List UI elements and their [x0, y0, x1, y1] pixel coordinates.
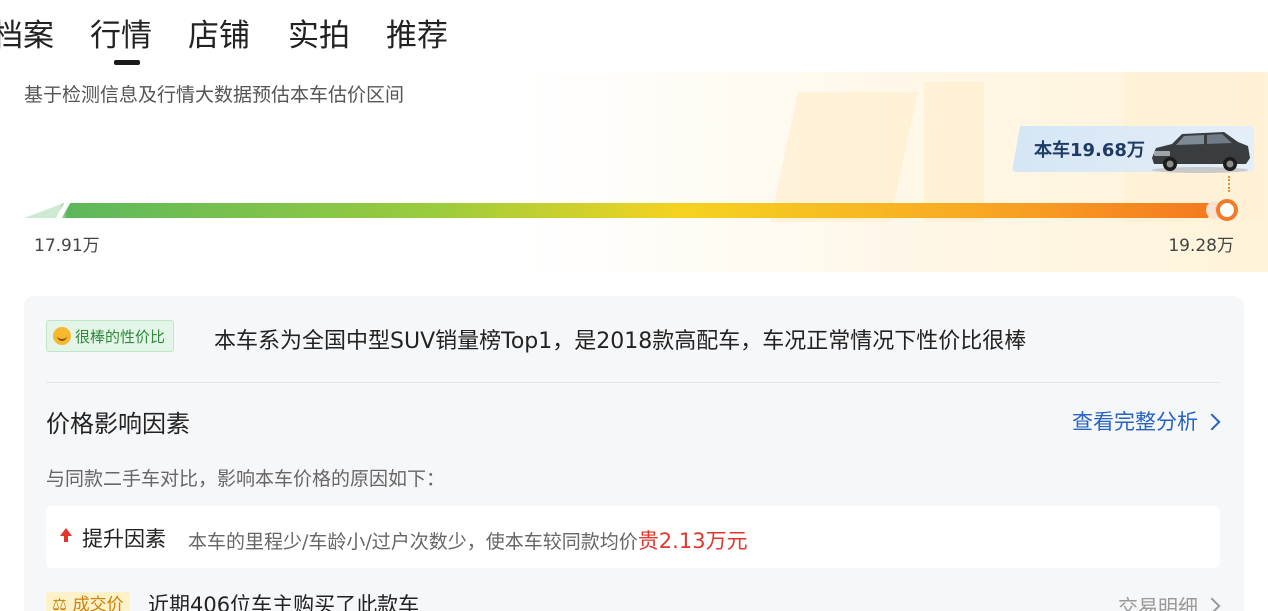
- range-max-label: 19.28万: [1168, 236, 1234, 256]
- chevron-right-icon: [1203, 413, 1221, 430]
- smile-icon: [53, 327, 71, 345]
- deal-badge-icon: ⚖: [52, 595, 68, 611]
- tab-photos[interactable]: 实拍: [288, 14, 350, 58]
- active-tab-indicator: [114, 60, 140, 65]
- deal-price-badge: ⚖ 成交价: [46, 592, 130, 611]
- value-verdict-badge: 很棒的性价比: [46, 320, 175, 352]
- price-factors-title: 价格影响因素: [46, 410, 190, 438]
- current-price-marker: [1216, 199, 1238, 221]
- tab-market[interactable]: 行情: [90, 14, 152, 65]
- verdict-badge-label: 很棒的性价比: [75, 327, 166, 346]
- tab-recommend[interactable]: 推荐: [386, 14, 448, 58]
- up-factor-description-text: 本车的里程少/车龄小/过户次数少，使本车较同款均价: [188, 531, 638, 553]
- full-analysis-link[interactable]: 查看完整分析: [1072, 406, 1221, 436]
- tab-label: 实拍: [288, 18, 350, 54]
- deal-text: 近期406位车主购买了此款车: [148, 593, 420, 611]
- compare-note: 与同款二手车对比，影响本车价格的原因如下：: [46, 468, 446, 490]
- car-icon: [1152, 132, 1250, 173]
- tab-label: 推荐: [386, 18, 448, 54]
- up-factor-label: 提升因素: [82, 527, 166, 551]
- tab-archive[interactable]: 档案: [0, 14, 54, 58]
- up-arrow-icon: [60, 528, 72, 542]
- tab-store[interactable]: 店铺: [188, 14, 250, 58]
- tab-bar: 档案 行情 店铺 实拍 推荐: [0, 0, 1268, 70]
- up-factor-amount: 贵2.13万元: [637, 529, 748, 553]
- full-analysis-label: 查看完整分析: [1072, 410, 1198, 434]
- market-page: 档案 行情 店铺 实拍 推荐 基于检测信息及行情大数据预估本车估价区间 本车19…: [0, 0, 1268, 611]
- verdict-text: 本车系为全国中型SUV销量榜Top1，是2018款高配车，车况正常情况下性价比很…: [214, 329, 1027, 354]
- up-factor-box: 提升因素 本车的里程少/车龄小/过户次数少，使本车较同款均价贵2.13万元: [46, 506, 1220, 568]
- analysis-card: 很棒的性价比 本车系为全国中型SUV销量榜Top1，是2018款高配车，车况正常…: [24, 296, 1244, 611]
- chevron-right-icon: [1203, 597, 1221, 611]
- tab-label: 档案: [0, 18, 54, 54]
- price-pin-line: [1228, 176, 1230, 192]
- price-range-bar: [24, 203, 1214, 218]
- range-min-label: 17.91万: [34, 236, 100, 256]
- deal-badge-label: 成交价: [72, 595, 124, 611]
- price-range-note: 基于检测信息及行情大数据预估本车估价区间: [24, 84, 405, 106]
- deal-details-link[interactable]: 交易明细: [1118, 591, 1221, 611]
- tab-label: 行情: [90, 18, 152, 54]
- current-price-label: 本车19.68万: [1034, 140, 1145, 161]
- deal-details-label: 交易明细: [1118, 595, 1198, 611]
- divider: [46, 382, 1220, 383]
- tab-label: 店铺: [188, 18, 250, 54]
- up-factor-description: 本车的里程少/车龄小/过户次数少，使本车较同款均价贵2.13万元: [188, 525, 748, 555]
